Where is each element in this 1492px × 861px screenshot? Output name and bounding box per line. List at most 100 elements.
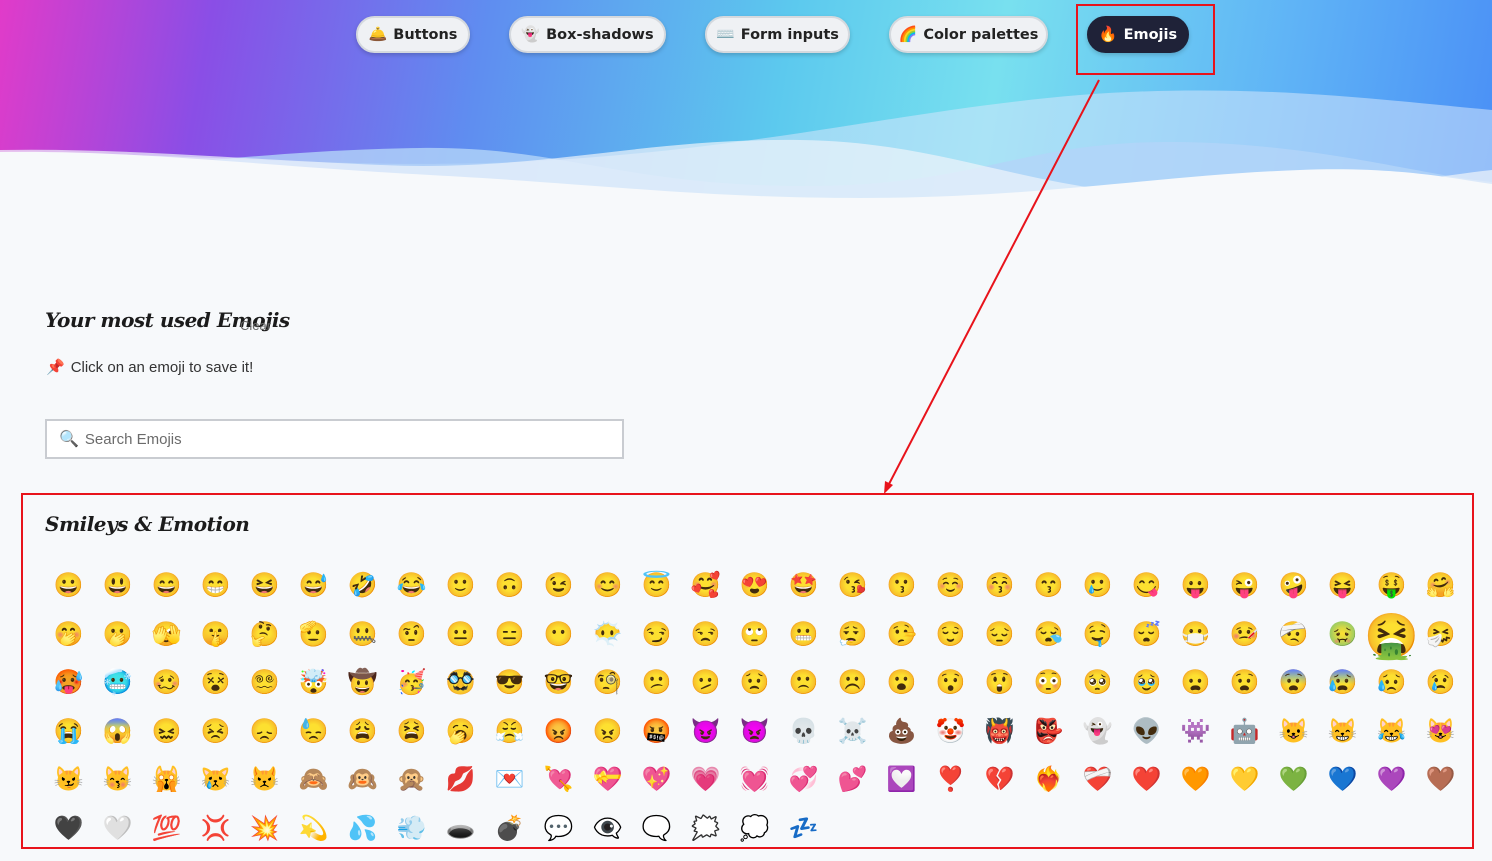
- emoji-item[interactable]: 🗨️: [632, 805, 681, 854]
- emoji-item[interactable]: 💫: [289, 805, 338, 854]
- emoji-item[interactable]: 🤡: [926, 708, 975, 757]
- emoji-item[interactable]: 😶: [534, 611, 583, 660]
- emoji-item[interactable]: 😯: [926, 659, 975, 708]
- emoji-item[interactable]: 💜: [1367, 756, 1416, 805]
- emoji-item[interactable]: 😩: [338, 708, 387, 757]
- emoji-item[interactable]: 😟: [730, 659, 779, 708]
- emoji-item[interactable]: 😑: [485, 611, 534, 660]
- emoji-item[interactable]: 🧐: [583, 659, 632, 708]
- emoji-item[interactable]: 😠: [583, 708, 632, 757]
- emoji-item[interactable]: 😷: [1171, 611, 1220, 660]
- emoji-item[interactable]: 😃: [93, 562, 142, 611]
- emoji-item[interactable]: 👺: [1024, 708, 1073, 757]
- emoji-item[interactable]: 🤕: [1269, 611, 1318, 660]
- emoji-item[interactable]: 😔: [975, 611, 1024, 660]
- emoji-item[interactable]: 🤪: [1269, 562, 1318, 611]
- emoji-item[interactable]: 😵: [191, 659, 240, 708]
- emoji-item[interactable]: 😇: [632, 562, 681, 611]
- emoji-item[interactable]: 👽: [1122, 708, 1171, 757]
- emoji-item[interactable]: 😁: [191, 562, 240, 611]
- emoji-item[interactable]: 🥵: [44, 659, 93, 708]
- emoji-item[interactable]: 😥: [1367, 659, 1416, 708]
- emoji-item[interactable]: ☠️: [828, 708, 877, 757]
- emoji-item[interactable]: 💯: [142, 805, 191, 854]
- emoji-item[interactable]: 😪: [1024, 611, 1073, 660]
- emoji-item[interactable]: ❣️: [926, 756, 975, 805]
- emoji-item[interactable]: 😶‍🌫️: [583, 611, 632, 660]
- emoji-item[interactable]: 🥸: [436, 659, 485, 708]
- emoji-item[interactable]: 😧: [1220, 659, 1269, 708]
- search-input[interactable]: [84, 430, 605, 448]
- emoji-item[interactable]: 💙: [1318, 756, 1367, 805]
- emoji-item[interactable]: 💨: [387, 805, 436, 854]
- emoji-item[interactable]: 😮: [877, 659, 926, 708]
- emoji-item[interactable]: 🤭: [44, 611, 93, 660]
- nav-button-color-palettes[interactable]: 🌈 Color palettes: [889, 16, 1048, 53]
- emoji-item[interactable]: 🤣: [338, 562, 387, 611]
- emoji-item[interactable]: 🥲: [1073, 562, 1122, 611]
- emoji-item[interactable]: 😓: [289, 708, 338, 757]
- emoji-item[interactable]: 🥹: [1122, 659, 1171, 708]
- emoji-item[interactable]: 💋: [436, 756, 485, 805]
- emoji-item[interactable]: 😏: [632, 611, 681, 660]
- emoji-item[interactable]: 🙊: [387, 756, 436, 805]
- emoji-item[interactable]: 😂: [387, 562, 436, 611]
- emoji-item[interactable]: 🤗: [1416, 562, 1465, 611]
- emoji-item[interactable]: 🤨: [387, 611, 436, 660]
- emoji-item[interactable]: 💛: [1220, 756, 1269, 805]
- emoji-item[interactable]: 🗯️: [681, 805, 730, 854]
- nav-button-emojis[interactable]: 🔥 Emojis: [1087, 16, 1189, 53]
- emoji-item[interactable]: 😨: [1269, 659, 1318, 708]
- emoji-item[interactable]: 😿: [191, 756, 240, 805]
- clear-link[interactable]: Clear: [240, 318, 271, 333]
- emoji-item[interactable]: 🤖: [1220, 708, 1269, 757]
- emoji-item[interactable]: 🧡: [1171, 756, 1220, 805]
- emoji-item[interactable]: 🤩: [779, 562, 828, 611]
- emoji-item[interactable]: 🙁: [779, 659, 828, 708]
- emoji-item[interactable]: 😊: [583, 562, 632, 611]
- emoji-item[interactable]: 😜: [1220, 562, 1269, 611]
- emoji-item[interactable]: 👾: [1171, 708, 1220, 757]
- emoji-item[interactable]: 😡: [534, 708, 583, 757]
- emoji-item[interactable]: 🙄: [730, 611, 779, 660]
- emoji-item[interactable]: 🤍: [93, 805, 142, 854]
- emoji-item[interactable]: 😹: [1367, 708, 1416, 757]
- emoji-item[interactable]: 🤥: [877, 611, 926, 660]
- emoji-item[interactable]: 💩: [877, 708, 926, 757]
- emoji-item[interactable]: 🤒: [1220, 611, 1269, 660]
- emoji-item[interactable]: 😳: [1024, 659, 1073, 708]
- emoji-item[interactable]: 🫡: [289, 611, 338, 660]
- emoji-item[interactable]: 👁️‍🗨️: [583, 805, 632, 854]
- emoji-item[interactable]: 😦: [1171, 659, 1220, 708]
- emoji-item[interactable]: 💤: [779, 805, 828, 854]
- emoji-item[interactable]: 🖤: [44, 805, 93, 854]
- emoji-item[interactable]: 🥶: [93, 659, 142, 708]
- emoji-item[interactable]: 😅: [289, 562, 338, 611]
- emoji-item[interactable]: 🫣: [142, 611, 191, 660]
- emoji-item[interactable]: 😾: [240, 756, 289, 805]
- emoji-item[interactable]: 😲: [975, 659, 1024, 708]
- emoji-item[interactable]: 🙂: [436, 562, 485, 611]
- emoji-item[interactable]: ❤️: [1122, 756, 1171, 805]
- emoji-item[interactable]: 👹: [975, 708, 1024, 757]
- emoji-item[interactable]: 💝: [583, 756, 632, 805]
- emoji-item[interactable]: 💭: [730, 805, 779, 854]
- emoji-item[interactable]: 💞: [779, 756, 828, 805]
- emoji-item[interactable]: 💢: [191, 805, 240, 854]
- emoji-item[interactable]: 😤: [485, 708, 534, 757]
- emoji-item[interactable]: 💌: [485, 756, 534, 805]
- emoji-item[interactable]: 😉: [534, 562, 583, 611]
- emoji-item[interactable]: ❤️‍🩹: [1073, 756, 1122, 805]
- emoji-item[interactable]: 😐: [436, 611, 485, 660]
- emoji-item[interactable]: 🫤: [681, 659, 730, 708]
- emoji-item[interactable]: 😋: [1122, 562, 1171, 611]
- nav-button-buttons[interactable]: 🛎️ Buttons: [356, 16, 470, 53]
- emoji-item[interactable]: 😒: [681, 611, 730, 660]
- emoji-item[interactable]: 🤮: [1364, 613, 1419, 662]
- emoji-item[interactable]: 😬: [779, 611, 828, 660]
- emoji-item[interactable]: 😮‍💨: [828, 611, 877, 660]
- emoji-item[interactable]: 💣: [485, 805, 534, 854]
- emoji-item[interactable]: 🥰: [681, 562, 730, 611]
- emoji-item[interactable]: 😚: [975, 562, 1024, 611]
- emoji-item[interactable]: 🤧: [1416, 611, 1465, 660]
